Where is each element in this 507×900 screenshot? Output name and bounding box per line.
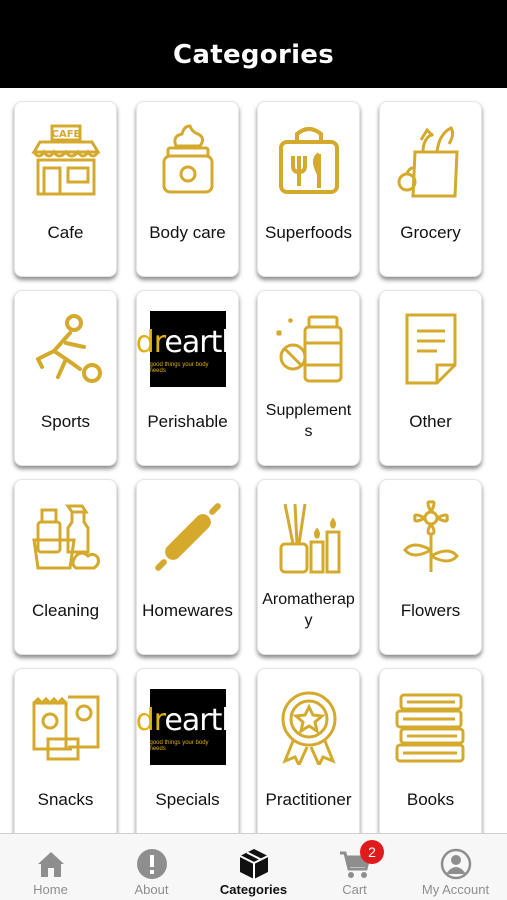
category-label: Aromatherap y <box>262 591 355 629</box>
info-icon <box>136 849 167 879</box>
grocery-bag-icon <box>380 112 481 208</box>
category-tile-flowers[interactable]: Flowers <box>379 479 482 655</box>
home-icon <box>37 852 64 877</box>
category-tile-aromatherapy[interactable]: Aromatherap y <box>257 479 360 655</box>
category-tile-snacks[interactable]: Snacks <box>14 668 117 833</box>
category-label: Homewares <box>142 600 233 620</box>
page-title: Categories <box>172 40 334 70</box>
header-bar: Categories <box>0 0 507 88</box>
tab-my-account[interactable]: My Account <box>405 834 506 900</box>
category-tile-body-care[interactable]: Body care <box>136 101 239 277</box>
cafe-storefront-icon: CAFE <box>15 112 116 208</box>
dr-earth-logo: drearth good things your body needs <box>136 679 240 775</box>
tab-cart[interactable]: 2 Cart <box>304 834 405 900</box>
category-tile-homewares[interactable]: Homewares <box>136 479 239 655</box>
category-tile-supplements[interactable]: Supplement s <box>257 290 360 466</box>
category-label: Sports <box>40 411 91 431</box>
tab-label: About <box>134 882 169 897</box>
category-tile-specials[interactable]: drearth good things your body needs Spec… <box>136 668 240 833</box>
category-tile-cleaning[interactable]: Cleaning <box>14 479 117 655</box>
flowers-icon <box>380 490 481 586</box>
tab-label: My Account <box>421 882 490 897</box>
soccer-player-icon <box>15 301 116 397</box>
category-label: Flowers <box>400 600 461 620</box>
category-label: Other <box>409 411 452 431</box>
tab-home[interactable]: Home <box>0 834 101 900</box>
category-tile-practitioner[interactable]: Practitioner <box>257 668 360 833</box>
food-bag-icon <box>258 112 359 208</box>
cube-icon <box>239 849 268 879</box>
category-tile-books[interactable]: Books <box>379 668 482 833</box>
category-tile-perishable[interactable]: drearth good things your body needs Peri… <box>136 290 240 466</box>
tab-categories[interactable]: Categories <box>203 834 304 900</box>
category-tile-sports[interactable]: Sports <box>14 290 117 466</box>
diffuser-candles-icon <box>258 490 359 586</box>
category-tile-grocery[interactable]: Grocery <box>379 101 482 277</box>
category-label: Cleaning <box>31 600 100 620</box>
category-label: Snacks <box>37 789 94 809</box>
category-label: Books <box>406 789 455 809</box>
cream-jar-icon <box>137 112 238 208</box>
cart-count-badge: 2 <box>360 840 384 864</box>
svg-text:CAFE: CAFE <box>51 129 80 140</box>
category-tile-cafe[interactable]: CAFE Cafe <box>14 101 117 277</box>
dr-earth-logo: drearth good things your body needs <box>136 301 240 397</box>
category-grid: CAFE Cafe Body care Superfoods Grocery S… <box>0 88 507 833</box>
category-tile-other[interactable]: Other <box>379 290 482 466</box>
tab-about[interactable]: About <box>101 834 202 900</box>
book-stack-icon <box>380 679 481 775</box>
category-label: Superfoods <box>265 222 352 242</box>
rolling-pin-icon <box>137 490 238 586</box>
supplement-bottle-icon <box>258 301 359 397</box>
status-bar <box>0 0 507 24</box>
tab-label: Cart <box>342 882 367 897</box>
category-label: Practitioner <box>265 789 352 809</box>
category-label: Specials <box>155 789 220 809</box>
document-icon <box>380 301 481 397</box>
tab-label: Home <box>33 882 68 897</box>
tab-label: Categories <box>219 882 288 897</box>
category-label: Body care <box>149 222 226 242</box>
category-label: Cafe <box>47 222 84 242</box>
snack-packs-icon <box>15 679 116 775</box>
category-label: Supplement s <box>265 402 352 440</box>
category-tile-superfoods[interactable]: Superfoods <box>257 101 360 277</box>
category-label: Grocery <box>400 222 461 242</box>
category-label: Perishable <box>147 411 228 431</box>
account-icon <box>440 848 471 880</box>
cleaning-supplies-icon <box>15 490 116 586</box>
bottom-tab-bar: Home About Categories 2 Cart My Account <box>0 833 507 900</box>
award-badge-icon <box>258 679 359 775</box>
